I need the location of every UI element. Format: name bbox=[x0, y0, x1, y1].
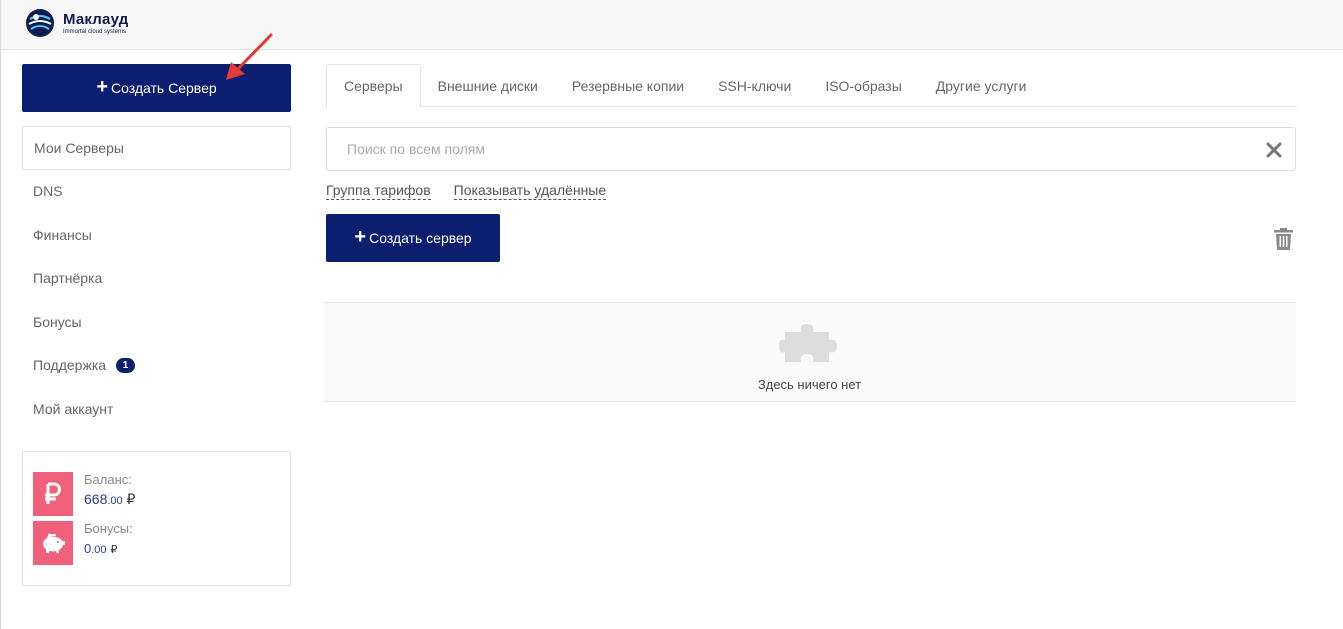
sidebar-item-my-servers[interactable]: Мои Серверы bbox=[22, 126, 291, 170]
bonuses-amount-frac: .00 bbox=[91, 544, 107, 556]
sidebar-item-label: Мои Серверы bbox=[34, 139, 124, 156]
empty-state: Здесь ничего нет bbox=[323, 302, 1296, 402]
show-deleted-link[interactable]: Показывать удалённые bbox=[453, 182, 607, 200]
sidebar-item-partners[interactable]: Партнёрка bbox=[22, 257, 291, 301]
sidebar-item-my-account[interactable]: Мой аккаунт bbox=[22, 387, 291, 431]
create-server-button[interactable]: + Создать сервер bbox=[326, 214, 500, 262]
balance-amount-int: 668 bbox=[84, 491, 108, 507]
logo-name: Маклауд bbox=[63, 10, 129, 28]
create-server-sidebar-label: Создать Сервер bbox=[111, 80, 217, 96]
sidebar-item-label: Финансы bbox=[33, 226, 92, 243]
search-input[interactable] bbox=[327, 128, 1295, 170]
sidebar-nav: Мои Серверы DNS Финансы Партнёрка Бонусы… bbox=[22, 126, 291, 431]
balance-card: Баланс: 668.00 ₽ Бонусы: 0.00 ₽ bbox=[22, 451, 291, 586]
tab-servers[interactable]: Серверы bbox=[326, 64, 421, 108]
search-box bbox=[326, 127, 1296, 171]
filter-links: Группа тарифов Показывать удалённые bbox=[326, 182, 607, 200]
logo-tagline: Immortal cloud systems bbox=[63, 28, 127, 35]
balance-label: Баланс: bbox=[84, 472, 132, 487]
sidebar-item-support[interactable]: Поддержка 1 bbox=[22, 344, 291, 388]
create-server-label: Создать сервер bbox=[369, 230, 472, 246]
tab-external-disks[interactable]: Внешние диски bbox=[421, 64, 555, 107]
sidebar-item-label: DNS bbox=[33, 183, 63, 200]
sidebar-item-finance[interactable]: Финансы bbox=[22, 213, 291, 257]
annotation-arrow-icon bbox=[226, 33, 273, 80]
bonuses-row: Бонусы: 0.00 ₽ bbox=[33, 521, 133, 565]
bonuses-currency: ₽ bbox=[110, 544, 118, 556]
balance-currency: ₽ bbox=[126, 491, 136, 507]
plus-icon: + bbox=[354, 226, 367, 248]
cloud-logo-icon bbox=[26, 9, 54, 37]
bonuses-label: Бонусы: bbox=[84, 521, 133, 536]
support-count-badge: 1 bbox=[116, 357, 136, 373]
sidebar-item-label: Бонусы bbox=[33, 313, 82, 330]
logo[interactable]: Маклауд Immortal cloud systems bbox=[25, 7, 128, 39]
balance-amount-frac: .00 bbox=[107, 495, 123, 507]
plus-icon: + bbox=[96, 76, 109, 98]
close-icon[interactable] bbox=[1265, 141, 1283, 159]
bonuses-value: 0.00 ₽ bbox=[84, 540, 133, 556]
tab-backups[interactable]: Резервные копии bbox=[555, 64, 701, 107]
top-bar: Маклауд Immortal cloud systems bbox=[1, 0, 1343, 50]
sidebar-item-bonuses[interactable]: Бонусы bbox=[22, 300, 291, 344]
sidebar-item-label: Поддержка bbox=[33, 357, 107, 374]
ruble-icon bbox=[33, 472, 73, 516]
sidebar-item-label: Партнёрка bbox=[33, 270, 103, 287]
tariff-group-link[interactable]: Группа тарифов bbox=[326, 182, 431, 200]
balance-value: 668.00 ₽ bbox=[84, 491, 135, 508]
balance-row: Баланс: 668.00 ₽ bbox=[33, 472, 135, 516]
sidebar-item-label: Мой аккаунт bbox=[33, 400, 114, 417]
tab-other-services[interactable]: Другие услуги bbox=[919, 64, 1044, 107]
main-tabs: Серверы Внешние диски Резервные копии SS… bbox=[326, 64, 1297, 108]
tab-ssh-keys[interactable]: SSH-ключи bbox=[701, 64, 808, 107]
tab-iso-images[interactable]: ISO-образы bbox=[808, 64, 918, 107]
trash-icon[interactable] bbox=[1274, 228, 1293, 250]
sidebar-item-dns[interactable]: DNS bbox=[22, 170, 291, 214]
piggy-bank-icon bbox=[33, 521, 73, 565]
empty-state-text: Здесь ничего нет bbox=[757, 377, 862, 392]
puzzle-icon bbox=[779, 324, 837, 362]
